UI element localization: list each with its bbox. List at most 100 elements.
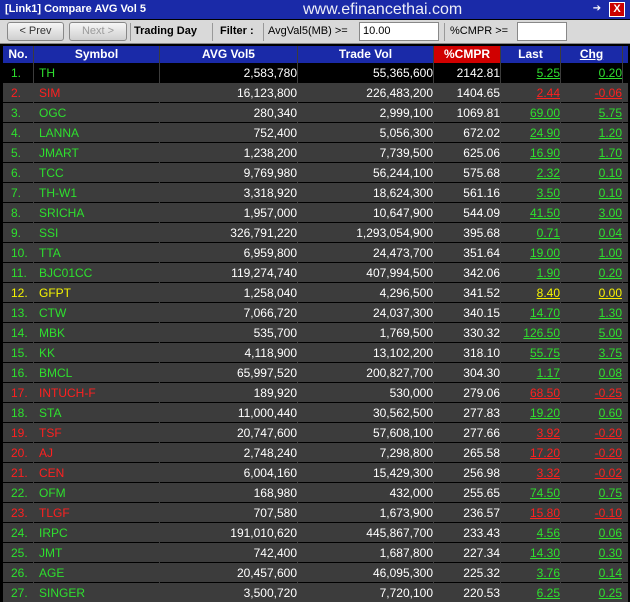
row-chg[interactable]: 3.75 xyxy=(561,344,622,363)
row-symbol[interactable]: JMT xyxy=(39,544,159,563)
row-last[interactable]: 14.70 xyxy=(501,304,560,323)
row-symbol[interactable]: BJC01CC xyxy=(39,264,159,283)
row-symbol[interactable]: SINGER xyxy=(39,584,159,602)
table-row[interactable]: 5. JMART 1,238,200 7,739,500 625.06 16.90 1.70 xyxy=(3,144,628,182)
row-last[interactable]: 16.90 xyxy=(501,144,560,163)
next-button[interactable]: Next > xyxy=(69,22,127,41)
row-chg[interactable]: 0.14 xyxy=(561,564,622,583)
row-symbol[interactable]: TH xyxy=(39,64,159,83)
row-last[interactable]: 3.32 xyxy=(501,464,560,483)
row-last[interactable]: 14.30 xyxy=(501,544,560,563)
row-chg[interactable]: 5.00 xyxy=(561,324,622,343)
row-last[interactable]: 17.20 xyxy=(501,444,560,463)
row-last[interactable]: 1.90 xyxy=(501,264,560,283)
table-row[interactable]: 25. JMT 742,400 1,687,800 227.34 14.30 0.30 xyxy=(3,544,628,582)
row-symbol[interactable]: OFM xyxy=(39,484,159,503)
row-chg[interactable]: 0.00 xyxy=(561,284,622,303)
table-row[interactable]: 7. TH-W1 3,318,920 18,624,300 561.16 3.50 0.10 xyxy=(3,184,628,222)
row-symbol[interactable]: LANNA xyxy=(39,124,159,143)
row-symbol[interactable]: MBK xyxy=(39,324,159,343)
row-last[interactable]: 15.80 xyxy=(501,504,560,523)
col-header-chg[interactable]: Chg xyxy=(561,46,622,63)
row-last[interactable]: 4.56 xyxy=(501,524,560,543)
row-last[interactable]: 19.20 xyxy=(501,404,560,423)
close-button[interactable]: X xyxy=(609,2,625,17)
row-last[interactable]: 24.90 xyxy=(501,124,560,143)
col-header-last[interactable]: Last xyxy=(501,46,560,63)
table-row[interactable]: 10. TTA 6,959,800 24,473,700 351.64 19.00 1.00 xyxy=(3,244,628,282)
table-row[interactable]: 3. OGC 280,340 2,999,100 1069.81 69.00 5.75 xyxy=(3,104,628,142)
row-chg[interactable]: 0.10 xyxy=(561,164,622,183)
row-symbol[interactable]: GFPT xyxy=(39,284,159,303)
row-symbol[interactable]: INTUCH-F xyxy=(39,384,159,403)
row-chg[interactable]: 1.00 xyxy=(561,244,622,263)
row-symbol[interactable]: IRPC xyxy=(39,524,159,543)
row-last[interactable]: 2.32 xyxy=(501,164,560,183)
row-chg[interactable]: 0.75 xyxy=(561,484,622,503)
col-header-trade-vol[interactable]: Trade Vol xyxy=(298,46,433,63)
row-symbol[interactable]: TLGF xyxy=(39,504,159,523)
row-last[interactable]: 3.50 xyxy=(501,184,560,203)
table-row[interactable]: 20. AJ 2,748,240 7,298,800 265.58 17.20 -0.20 xyxy=(3,444,628,482)
row-symbol[interactable]: CTW xyxy=(39,304,159,323)
row-symbol[interactable]: TTA xyxy=(39,244,159,263)
table-row[interactable]: 14. MBK 535,700 1,769,500 330.32 126.50 5.00 xyxy=(3,324,628,362)
row-symbol[interactable]: SSI xyxy=(39,224,159,243)
avg-filter-input[interactable]: 10.00 xyxy=(359,22,439,41)
table-row[interactable]: 1. TH 2,583,780 55,365,600 2142.81 5.25 0.20 xyxy=(3,64,628,102)
row-last[interactable]: 3.76 xyxy=(501,564,560,583)
col-header-avg-vol5[interactable]: AVG Vol5 xyxy=(160,46,297,63)
row-last[interactable]: 19.00 xyxy=(501,244,560,263)
row-last[interactable]: 1.17 xyxy=(501,364,560,383)
row-last[interactable]: 5.25 xyxy=(501,64,560,83)
row-chg[interactable]: -0.10 xyxy=(561,504,622,523)
table-row[interactable]: 2. SIM 16,123,800 226,483,200 1404.65 2.44 -0.… xyxy=(3,84,628,122)
row-chg[interactable]: 1.20 xyxy=(561,124,622,143)
row-symbol[interactable]: TH-W1 xyxy=(39,184,159,203)
table-row[interactable]: 27. SINGER 3,500,720 7,720,100 220.53 6.25 0.2… xyxy=(3,584,628,602)
table-row[interactable]: 13. CTW 7,066,720 24,037,300 340.15 14.70 1.30 xyxy=(3,304,628,342)
row-chg[interactable]: -0.06 xyxy=(561,84,622,103)
table-row[interactable]: 9. SSI 326,791,220 1,293,054,900 395.68 0.71 0… xyxy=(3,224,628,262)
col-header-cmpr[interactable]: %CMPR xyxy=(434,46,500,63)
row-last[interactable]: 69.00 xyxy=(501,104,560,123)
table-row[interactable]: 8. SRICHA 1,957,000 10,647,900 544.09 41.50 3.… xyxy=(3,204,628,242)
row-chg[interactable]: 0.25 xyxy=(561,584,622,602)
row-chg[interactable]: -0.20 xyxy=(561,444,622,463)
row-chg[interactable]: -0.20 xyxy=(561,424,622,443)
row-symbol[interactable]: AJ xyxy=(39,444,159,463)
table-row[interactable]: 21. CEN 6,004,160 15,429,300 256.98 3.32 -0.02 xyxy=(3,464,628,502)
row-chg[interactable]: -0.02 xyxy=(561,464,622,483)
row-chg[interactable]: 1.70 xyxy=(561,144,622,163)
row-chg[interactable]: 0.20 xyxy=(561,64,622,83)
table-row[interactable]: 23. TLGF 707,580 1,673,900 236.57 15.80 -0.10 xyxy=(3,504,628,542)
row-last[interactable]: 41.50 xyxy=(501,204,560,223)
table-row[interactable]: 22. OFM 168,980 432,000 255.65 74.50 0.75 xyxy=(3,484,628,522)
row-chg[interactable]: 0.08 xyxy=(561,364,622,383)
row-chg[interactable]: 0.30 xyxy=(561,544,622,563)
table-row[interactable]: 12. GFPT 1,258,040 4,296,500 341.52 8.40 0.00 xyxy=(3,284,628,322)
table-row[interactable]: 16. BMCL 65,997,520 200,827,700 304.30 1.17 0.… xyxy=(3,364,628,402)
table-row[interactable]: 18. STA 11,000,440 30,562,500 277.83 19.20 0.6… xyxy=(3,404,628,442)
row-last[interactable]: 2.44 xyxy=(501,84,560,103)
row-last[interactable]: 8.40 xyxy=(501,284,560,303)
table-row[interactable]: 19. TSF 20,747,600 57,608,100 277.66 3.92 -0.2… xyxy=(3,424,628,462)
row-last[interactable]: 0.71 xyxy=(501,224,560,243)
row-chg[interactable]: 0.20 xyxy=(561,264,622,283)
row-symbol[interactable]: BMCL xyxy=(39,364,159,383)
row-last[interactable]: 6.25 xyxy=(501,584,560,602)
cmpr-filter-input[interactable] xyxy=(517,22,567,41)
row-last[interactable]: 126.50 xyxy=(501,324,560,343)
row-last[interactable]: 55.75 xyxy=(501,344,560,363)
row-chg[interactable]: 0.60 xyxy=(561,404,622,423)
row-chg[interactable]: 0.06 xyxy=(561,524,622,543)
row-symbol[interactable]: SIM xyxy=(39,84,159,103)
table-row[interactable]: 24. IRPC 191,010,620 445,867,700 233.43 4.56 0… xyxy=(3,524,628,562)
row-symbol[interactable]: CEN xyxy=(39,464,159,483)
row-symbol[interactable]: KK xyxy=(39,344,159,363)
row-last[interactable]: 68.50 xyxy=(501,384,560,403)
row-symbol[interactable]: STA xyxy=(39,404,159,423)
row-last[interactable]: 3.92 xyxy=(501,424,560,443)
table-row[interactable]: 26. AGE 20,457,600 46,095,300 225.32 3.76 0.14 xyxy=(3,564,628,602)
row-chg[interactable]: 3.00 xyxy=(561,204,622,223)
